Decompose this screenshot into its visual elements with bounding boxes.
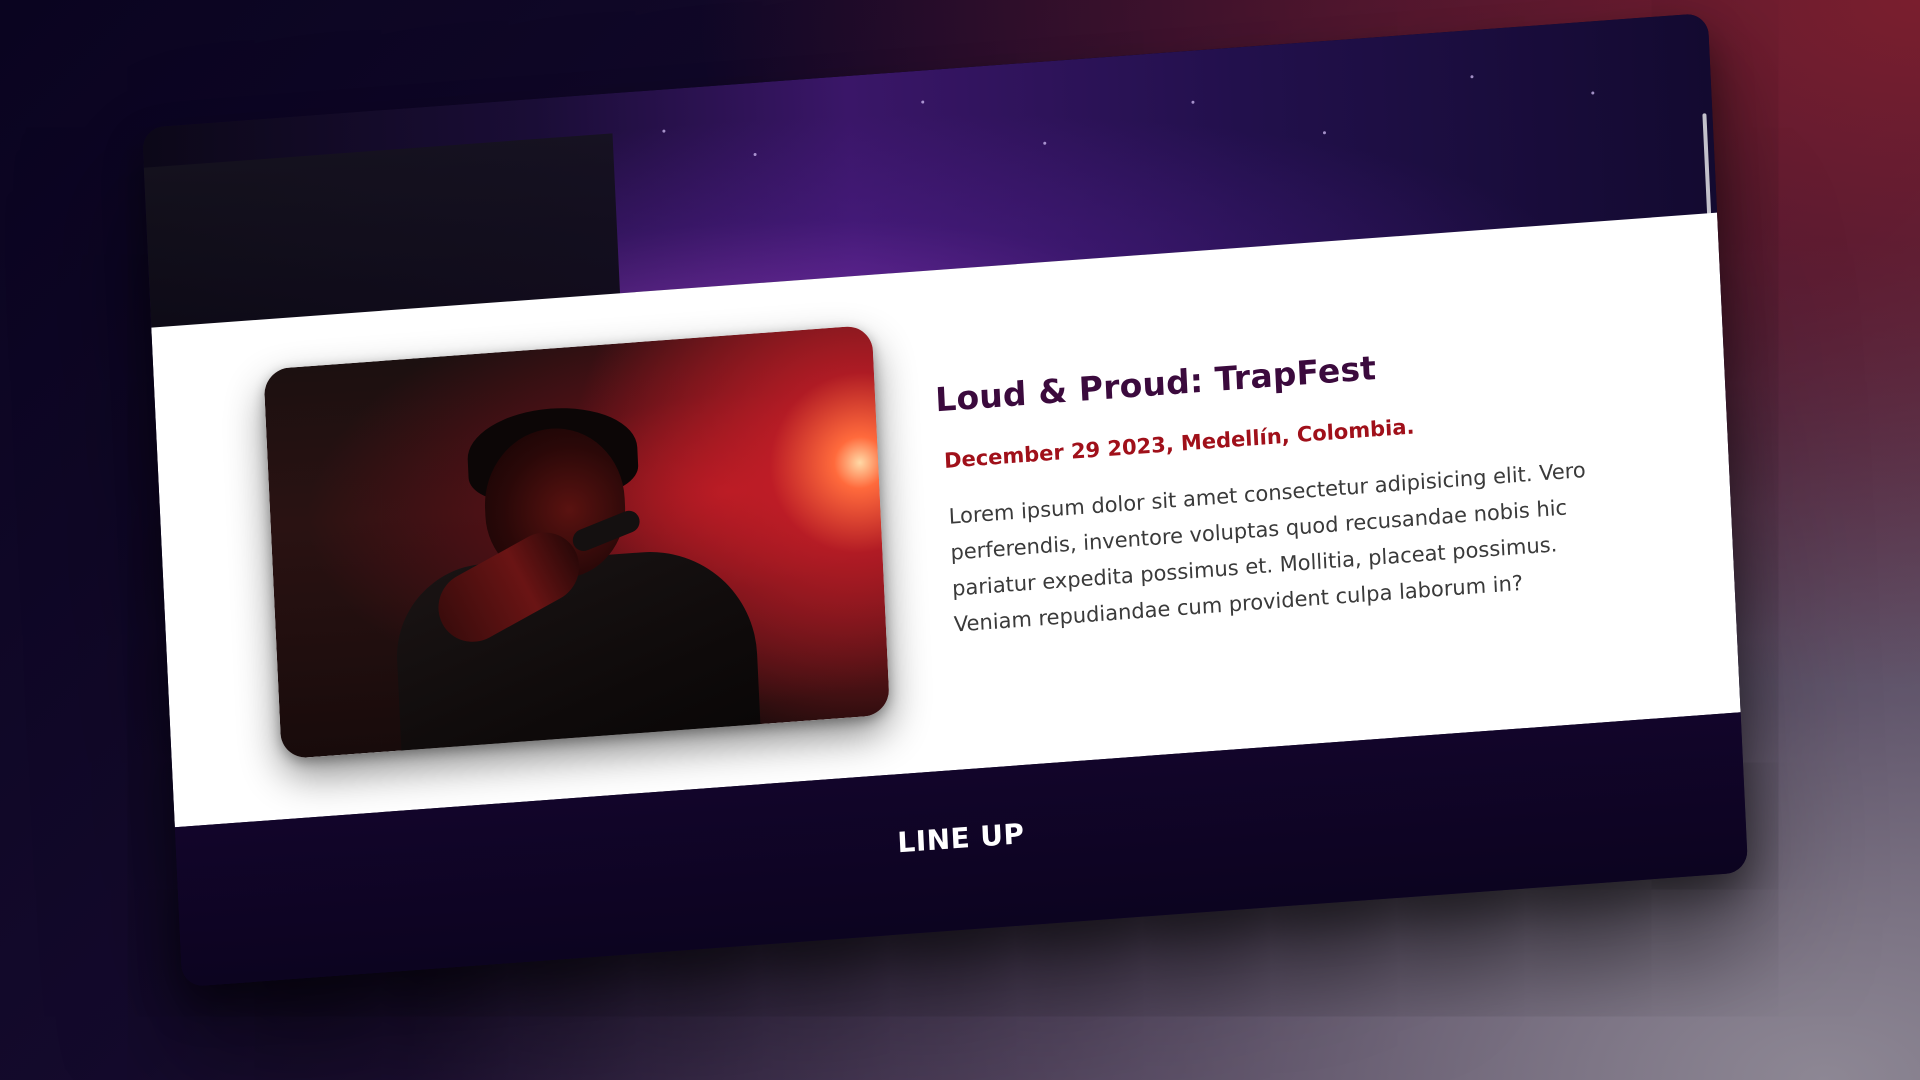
event-description: Lorem ipsum dolor sit amet consectetur a…: [948, 458, 1587, 637]
event-artist-photo: [263, 324, 891, 760]
stage-light-spark: [1191, 100, 1195, 104]
event-details: Loud & Proud: TrapFest December 29 2023,…: [934, 329, 1645, 643]
stage-light-spark: [1322, 131, 1327, 135]
stage-light-spark: [1470, 75, 1474, 79]
stage-light-spark: [1043, 141, 1047, 145]
presentation-stage: Loud & Proud: TrapFest December 29 2023,…: [0, 0, 1920, 1080]
stage-light-spark: [662, 129, 666, 133]
browser-page-frame: Loud & Proud: TrapFest December 29 2023,…: [141, 12, 1749, 988]
stage-light-spark: [921, 100, 925, 104]
stage-light-spark: [753, 152, 757, 157]
artist-body: [392, 544, 764, 760]
stage-light-spark: [1591, 91, 1595, 95]
